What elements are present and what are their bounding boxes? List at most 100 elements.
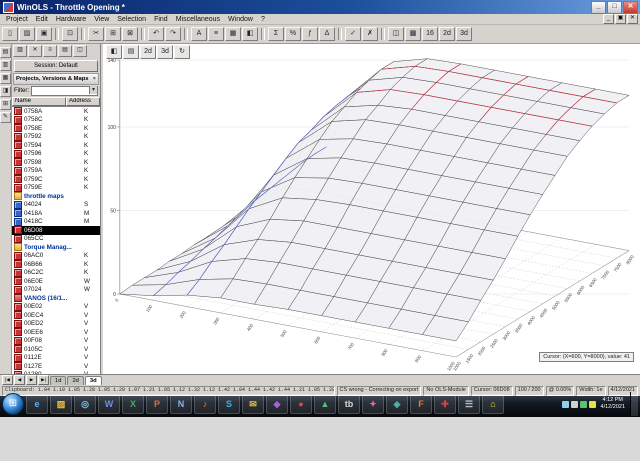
surface-mode-icon[interactable]: ◧: [106, 45, 122, 59]
menu-project[interactable]: Project: [2, 16, 32, 23]
mdi-restore-button[interactable]: ▣: [615, 14, 626, 24]
menu-find[interactable]: Find: [150, 16, 172, 23]
tab-nav-button-2[interactable]: ▶: [26, 375, 37, 385]
maximize-button[interactable]: □: [607, 0, 622, 14]
tree-item[interactable]: 07596 K: [12, 149, 100, 159]
grid-mode-icon[interactable]: ▤: [123, 45, 139, 59]
tree-item[interactable]: 0759E K: [12, 183, 100, 193]
powerpoint-icon[interactable]: P: [146, 394, 168, 414]
redo-icon[interactable]: ↷: [165, 27, 181, 41]
width-16-button[interactable]: 16: [422, 27, 438, 41]
tree-item[interactable]: 00ED2 V: [12, 319, 100, 329]
tab-nav-button-3[interactable]: ▶|: [38, 375, 49, 385]
mode-2d-button[interactable]: 2d: [140, 45, 156, 59]
tree-item[interactable]: 00EE6 V: [12, 328, 100, 337]
tab-3d[interactable]: 3d: [84, 376, 102, 385]
session-button[interactable]: Session: Default: [14, 60, 98, 72]
tab-nav-button-0[interactable]: |◀: [2, 375, 13, 385]
menu-edit[interactable]: Edit: [32, 16, 52, 23]
project-icon[interactable]: ▤: [0, 47, 11, 58]
media-icon[interactable]: ◎: [74, 394, 96, 414]
delta-icon[interactable]: Δ: [319, 27, 335, 41]
tree-item[interactable]: 07024 W: [12, 285, 100, 295]
tab-2d[interactable]: 2d: [67, 376, 84, 385]
text-view-icon[interactable]: A: [191, 27, 207, 41]
close-project-icon[interactable]: ✕: [28, 45, 42, 57]
print-icon[interactable]: ⊡: [62, 27, 78, 41]
tree-item[interactable]: 0112E V: [12, 353, 100, 363]
menu-view[interactable]: View: [90, 16, 113, 23]
tree-item[interactable]: 07598 K: [12, 158, 100, 167]
copy-icon[interactable]: ⊞: [105, 27, 121, 41]
cut-icon[interactable]: ✂: [88, 27, 104, 41]
tree-item[interactable]: 00F08 V: [12, 336, 100, 346]
tree-item[interactable]: 06E0E W: [12, 277, 100, 286]
windows-icon[interactable]: ◫: [73, 45, 87, 57]
column-header-name[interactable]: Name: [12, 97, 66, 106]
update-tray-icon[interactable]: [579, 400, 587, 408]
menu-window[interactable]: Window: [224, 16, 257, 23]
edit-icon[interactable]: ✎: [0, 112, 11, 123]
tunerpro-icon[interactable]: tb: [338, 394, 360, 414]
view-3d-button[interactable]: 3d: [456, 27, 472, 41]
firefox-icon[interactable]: F: [410, 394, 432, 414]
excel-icon[interactable]: X: [122, 394, 144, 414]
music-icon[interactable]: ♪: [194, 394, 216, 414]
sum-icon[interactable]: Σ: [268, 27, 284, 41]
warning-tray-icon[interactable]: [588, 400, 596, 408]
new-icon[interactable]: ▯: [2, 27, 18, 41]
tab-1d[interactable]: 1d: [50, 376, 67, 385]
home-icon[interactable]: ⌂: [482, 394, 504, 414]
properties-icon[interactable]: ≡: [43, 45, 57, 57]
taskbar-clock[interactable]: 4:12 PM 4/12/2021: [598, 397, 628, 410]
tree-item[interactable]: 06D08: [12, 226, 100, 235]
rotate-icon[interactable]: ↻: [174, 45, 190, 59]
tree-item[interactable]: 04024 S: [12, 200, 100, 210]
paste-icon[interactable]: ⊠: [122, 27, 138, 41]
notes-icon[interactable]: N: [170, 394, 192, 414]
network-tray-icon[interactable]: [561, 400, 569, 408]
view-2d-button[interactable]: 2d: [439, 27, 455, 41]
open-project-icon[interactable]: ▨: [13, 45, 27, 57]
mode-3d-button[interactable]: 3d: [157, 45, 173, 59]
sort-icon[interactable]: ▤: [58, 45, 72, 57]
tree-item[interactable]: 0758C K: [12, 115, 100, 125]
mdi-close-button[interactable]: ✕: [627, 14, 638, 24]
surface-plot[interactable]: 0501001400100200300400500600700800900100…: [104, 44, 640, 374]
version-icon[interactable]: ▥: [0, 60, 11, 71]
minimize-button[interactable]: _: [591, 0, 606, 14]
tree-item[interactable]: 00E02 V: [12, 302, 100, 312]
mdi-minimize-button[interactable]: _: [603, 14, 614, 24]
skype-icon[interactable]: S: [218, 394, 240, 414]
menu-[interactable]: ?: [257, 16, 269, 23]
menu-selection[interactable]: Selection: [113, 16, 150, 23]
map-2d-icon[interactable]: ▦: [225, 27, 241, 41]
mail-icon[interactable]: ✉: [242, 394, 264, 414]
tree-item[interactable]: 06AC0 K: [12, 251, 100, 261]
tree-folder[interactable]: throttle maps: [12, 192, 100, 201]
hex-icon[interactable]: ⊞: [0, 99, 11, 110]
tree-folder[interactable]: Torque Manag...: [12, 243, 100, 252]
menu-miscellaneous[interactable]: Miscellaneous: [172, 16, 224, 23]
tree-item[interactable]: 065CC: [12, 234, 100, 244]
tree-item[interactable]: 00EC4 V: [12, 311, 100, 320]
tree-item[interactable]: 0758A K: [12, 107, 100, 116]
tree-item[interactable]: 07592 K: [12, 132, 100, 142]
tree-item[interactable]: 0759C K: [12, 175, 100, 184]
tree-item[interactable]: 0758E K: [12, 124, 100, 133]
app-teal-icon[interactable]: ◈: [386, 394, 408, 414]
apply-icon[interactable]: ✓: [345, 27, 361, 41]
browser-icon[interactable]: e: [26, 394, 48, 414]
tree-folder[interactable]: VANOS (16/1...: [12, 294, 100, 303]
save-icon[interactable]: ▣: [36, 27, 52, 41]
column-header-address[interactable]: Address: [66, 97, 100, 106]
grid-icon[interactable]: ▩: [405, 27, 421, 41]
percent-icon[interactable]: %: [285, 27, 301, 41]
tree-item[interactable]: 06C2C K: [12, 268, 100, 278]
tree-item[interactable]: 06B66 K: [12, 260, 100, 269]
volume-tray-icon[interactable]: [570, 400, 578, 408]
compare-icon[interactable]: ◨: [0, 86, 11, 97]
tree-item[interactable]: 0418A M: [12, 209, 100, 218]
tab-nav-button-1[interactable]: ◀: [14, 375, 25, 385]
list-view-icon[interactable]: ≡: [208, 27, 224, 41]
